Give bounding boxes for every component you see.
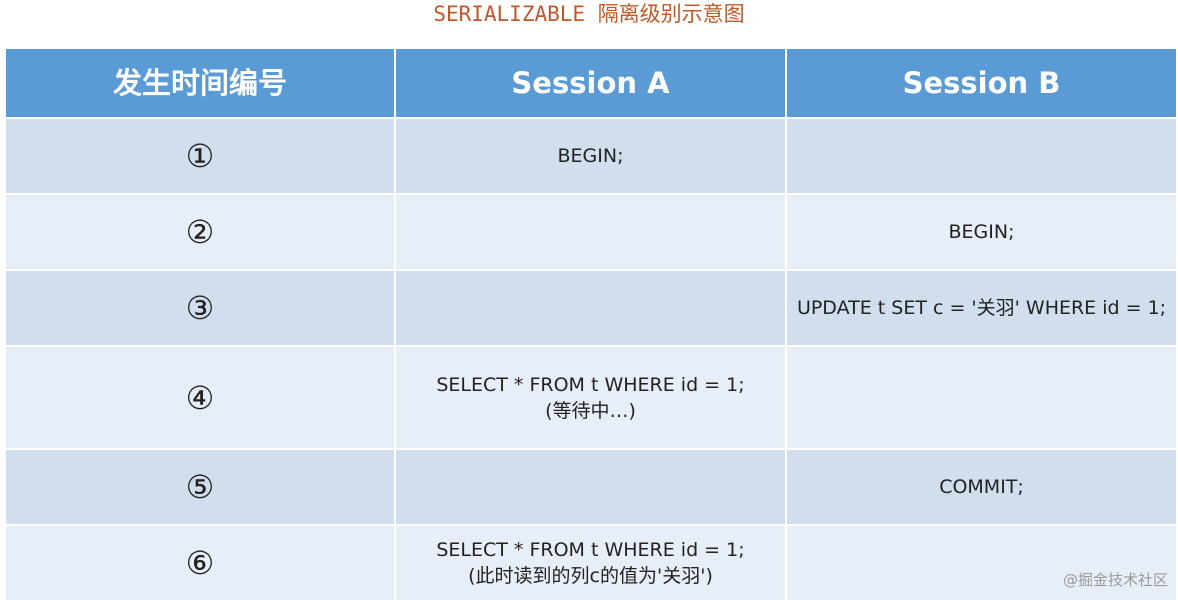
row-4-session-a-line-1: SELECT * FROM t WHERE id = 1; [436,373,745,396]
diagram-title: SERIALIZABLE 隔离级别示意图 [433,2,745,26]
row-6-session-a-line-2: (此时读到的列c的值为'关羽') [468,565,713,587]
row-6-session-a-line-1: SELECT * FROM t WHERE id = 1; [436,539,745,561]
row-2-number: ② [6,195,394,269]
watermark: @掘金技术社区 [1062,571,1168,589]
row-3-session-b: UPDATE t SET c = '关羽' WHERE id = 1; [787,271,1176,345]
row-5-session-b: COMMIT; [787,450,1176,524]
header-session-b: Session B [787,49,1176,117]
header-session-a: Session A [396,49,785,117]
row-1-number: ① [6,119,394,193]
row-4-session-a-line-2: (等待中…) [545,399,636,422]
row-1-session-a: BEGIN; [396,119,785,193]
row-4-number: ④ [6,347,394,448]
row-1-session-b [787,119,1176,193]
row-2-session-b: BEGIN; [787,195,1176,269]
row-6-number: ⑥ [6,526,394,600]
row-6-session-a: SELECT * FROM t WHERE id = 1; (此时读到的列c的值… [396,526,785,600]
row-5-session-a [396,450,785,524]
header-time-number: 发生时间编号 [6,49,394,117]
row-4-session-b [787,347,1176,448]
row-4-session-a: SELECT * FROM t WHERE id = 1; (等待中…) [396,347,785,448]
row-3-session-a [396,271,785,345]
row-2-session-a [396,195,785,269]
row-3-number: ③ [6,271,394,345]
isolation-table: 发生时间编号 Session A Session B ① BEGIN; ② BE… [6,49,1176,600]
row-5-number: ⑤ [6,450,394,524]
